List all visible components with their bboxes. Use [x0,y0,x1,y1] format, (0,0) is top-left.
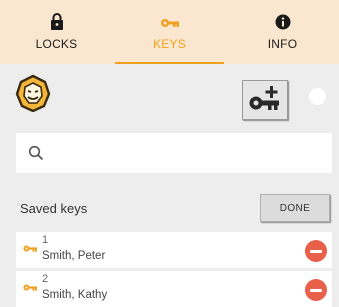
delete-key-button[interactable] [305,279,327,301]
key-owner-name: Smith, Peter [42,250,106,262]
search-input[interactable] [54,144,318,162]
tab-info-label: INFO [267,37,298,51]
key-icon [160,0,180,30]
tab-info[interactable]: INFO [226,0,339,64]
info-icon [275,0,291,30]
search-bar[interactable] [16,133,332,173]
list-item[interactable]: 1 Smith, Peter [16,232,332,268]
list-item[interactable]: 2 Smith, Kathy [16,271,332,307]
saved-keys-heading: Saved keys [20,201,88,216]
tab-keys-label: KEYS [153,37,186,51]
delete-key-button[interactable] [305,240,327,262]
key-number: 1 [42,234,49,246]
lion-logo-icon [14,74,52,113]
key-icon [23,284,37,291]
add-key-icon [249,86,279,110]
lock-icon [50,0,64,30]
key-owner-name: Smith, Kathy [42,289,108,301]
key-number: 2 [42,273,49,285]
tab-locks[interactable]: LOCKS [0,0,113,64]
tab-bar: LOCKS KEYS INFO [0,0,339,64]
done-button[interactable]: DONE [260,194,330,222]
tab-keys[interactable]: KEYS [113,0,226,64]
minus-icon [310,288,322,292]
tab-locks-label: LOCKS [35,37,78,51]
status-indicator [309,88,326,105]
add-key-button[interactable] [242,80,288,120]
key-icon [23,245,37,252]
minus-icon [310,249,322,253]
search-icon [28,145,44,161]
toolbar [0,64,339,124]
